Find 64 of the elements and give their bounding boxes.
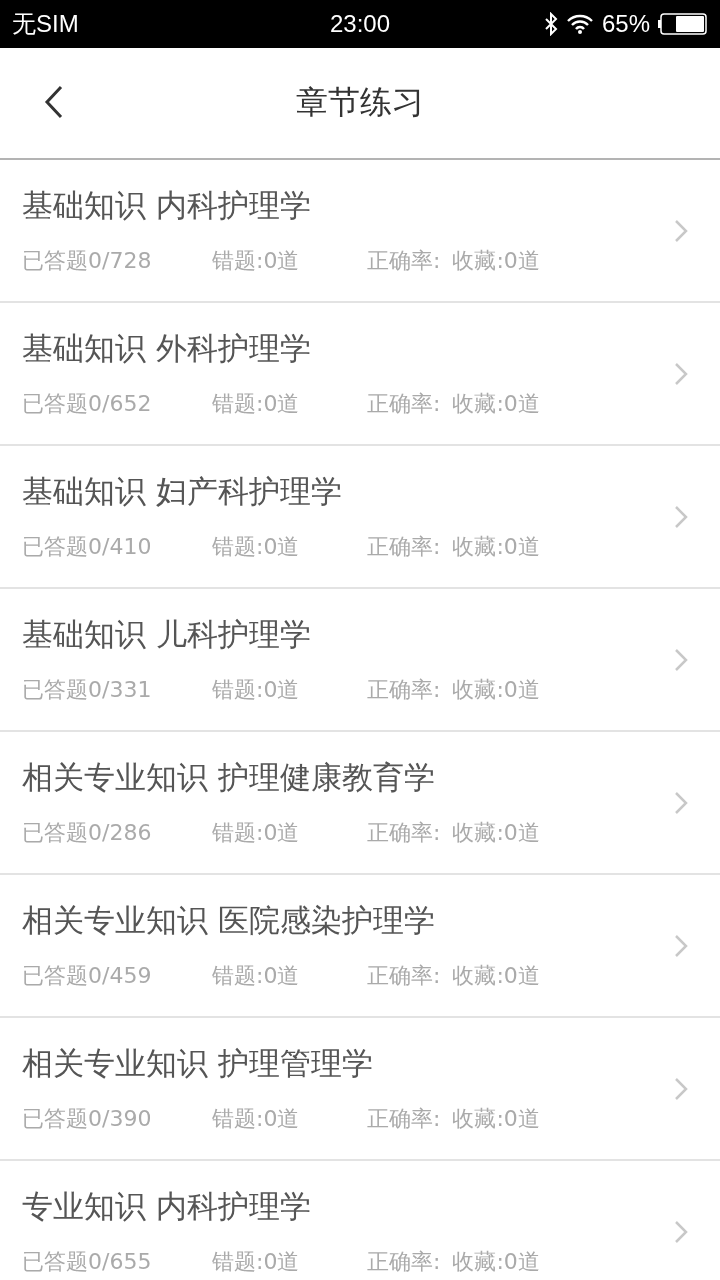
answered-count: 已答题0/655: [22, 1247, 153, 1276]
wrong-count: 错题:0道: [212, 389, 301, 418]
accuracy-label: 正确率:: [367, 818, 441, 847]
chevron-right-icon: [674, 933, 688, 958]
accuracy-label: 正确率:: [367, 1104, 441, 1133]
wrong-count: 错题:0道: [212, 1104, 301, 1133]
battery-percent: 65%: [601, 10, 650, 38]
chevron-right-icon: [674, 1219, 688, 1244]
favorites-count: 收藏:0道: [452, 246, 540, 275]
chapter-row[interactable]: 基础知识 内科护理学 已答题0/728 错题:0道 正确率: 收藏:0道: [0, 160, 720, 301]
favorites-count: 收藏:0道: [452, 1104, 540, 1133]
page-title: 章节练习: [296, 82, 424, 123]
chapter-row[interactable]: 相关专业知识 医院感染护理学 已答题0/459 错题:0道 正确率: 收藏:0道: [0, 875, 720, 1016]
wrong-count: 错题:0道: [212, 246, 301, 275]
answered-count: 已答题0/410: [22, 532, 153, 561]
favorites-count: 收藏:0道: [452, 675, 540, 704]
chevron-right-icon: [674, 1076, 688, 1101]
chevron-right-icon: [674, 361, 688, 386]
accuracy-label: 正确率:: [367, 532, 441, 561]
accuracy-label: 正确率:: [367, 1247, 441, 1276]
favorites-count: 收藏:0道: [452, 961, 540, 990]
favorites-count: 收藏:0道: [452, 1247, 540, 1276]
chapter-title: 相关专业知识 护理管理学: [22, 1043, 374, 1082]
chevron-right-icon: [674, 504, 688, 529]
chapter-title: 基础知识 外科护理学: [22, 328, 312, 367]
accuracy-label: 正确率:: [367, 675, 441, 704]
accuracy-label: 正确率:: [367, 961, 441, 990]
wrong-count: 错题:0道: [212, 818, 301, 847]
chapter-row[interactable]: 相关专业知识 护理健康教育学 已答题0/286 错题:0道 正确率: 收藏:0道: [0, 732, 720, 873]
answered-count: 已答题0/331: [22, 675, 153, 704]
accuracy-label: 正确率:: [367, 246, 441, 275]
answered-count: 已答题0/286: [22, 818, 153, 847]
wrong-count: 错题:0道: [212, 1247, 301, 1276]
back-icon: [44, 85, 64, 119]
chapter-title: 基础知识 内科护理学: [22, 185, 312, 224]
chapter-row[interactable]: 基础知识 外科护理学 已答题0/652 错题:0道 正确率: 收藏:0道: [0, 303, 720, 444]
favorites-count: 收藏:0道: [452, 389, 540, 418]
chapter-row[interactable]: 基础知识 儿科护理学 已答题0/331 错题:0道 正确率: 收藏:0道: [0, 589, 720, 730]
favorites-count: 收藏:0道: [452, 532, 540, 561]
clock-time: 23:00: [329, 10, 391, 37]
carrier-label: 无SIM: [12, 9, 79, 39]
chevron-right-icon: [674, 790, 688, 815]
favorites-count: 收藏:0道: [452, 818, 540, 847]
wrong-count: 错题:0道: [212, 961, 301, 990]
chapter-title: 相关专业知识 护理健康教育学: [22, 757, 436, 796]
wrong-count: 错题:0道: [212, 675, 301, 704]
answered-count: 已答题0/652: [22, 389, 153, 418]
chapter-title: 基础知识 儿科护理学: [22, 614, 312, 653]
wifi-icon: [565, 14, 594, 34]
chapter-title: 基础知识 妇产科护理学: [22, 471, 343, 510]
answered-count: 已答题0/728: [22, 246, 153, 275]
wrong-count: 错题:0道: [212, 532, 301, 561]
chevron-right-icon: [674, 647, 688, 672]
answered-count: 已答题0/390: [22, 1104, 153, 1133]
bluetooth-icon: [543, 12, 558, 36]
answered-count: 已答题0/459: [22, 961, 153, 990]
chapter-title: 相关专业知识 医院感染护理学: [22, 900, 436, 939]
chapter-title: 专业知识 内科护理学: [22, 1186, 312, 1225]
battery-icon: [658, 13, 708, 35]
chapter-row[interactable]: 专业知识 内科护理学 已答题0/655 错题:0道 正确率: 收藏:0道: [0, 1161, 720, 1280]
chapter-row[interactable]: 基础知识 妇产科护理学 已答题0/410 错题:0道 正确率: 收藏:0道: [0, 446, 720, 587]
accuracy-label: 正确率:: [367, 389, 441, 418]
chapter-row[interactable]: 相关专业知识 护理管理学 已答题0/390 错题:0道 正确率: 收藏:0道: [0, 1018, 720, 1159]
chevron-right-icon: [674, 218, 688, 243]
